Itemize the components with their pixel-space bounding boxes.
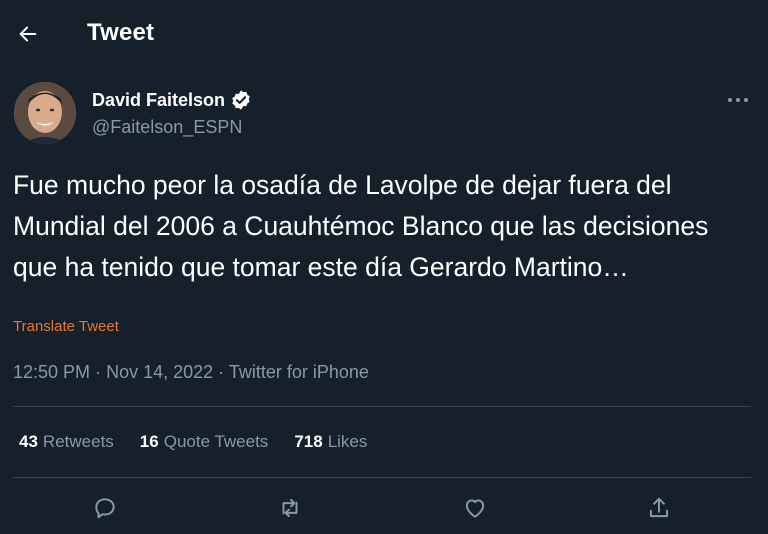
share-button[interactable] <box>643 492 675 524</box>
more-options-button[interactable] <box>720 86 756 114</box>
likes-stat[interactable]: 718 Likes <box>294 432 367 452</box>
meta-separator: · <box>95 362 102 382</box>
retweets-label: Retweets <box>42 432 114 451</box>
retweet-icon <box>282 498 298 518</box>
avatar-photo <box>14 82 76 144</box>
share-icon <box>649 497 669 518</box>
more-icon <box>728 98 748 102</box>
retweets-count: 43 <box>19 432 38 451</box>
back-button[interactable] <box>12 18 44 50</box>
tweet-metadata: 12:50 PM · Nov 14, 2022 · Twitter for iP… <box>13 362 369 383</box>
author-handle[interactable]: @Faitelson_ESPN <box>92 117 242 138</box>
like-button[interactable] <box>459 492 491 524</box>
reply-icon <box>95 498 115 519</box>
page-title: Tweet <box>87 19 155 46</box>
arrow-left-icon <box>19 26 37 42</box>
likes-label: Likes <box>327 432 368 451</box>
translate-tweet-link[interactable]: Translate Tweet <box>13 318 119 335</box>
meta-separator: · <box>218 362 225 382</box>
like-icon <box>465 499 485 518</box>
verified-badge-icon <box>230 89 252 111</box>
author-name-row[interactable]: David Faitelson <box>92 89 252 111</box>
avatar[interactable] <box>14 82 76 144</box>
tweet-date[interactable]: Nov 14, 2022 <box>106 362 213 382</box>
reply-button[interactable] <box>89 492 121 524</box>
author-name[interactable]: David Faitelson <box>92 90 225 111</box>
quote-tweets-label: Quote Tweets <box>163 432 269 451</box>
divider <box>13 477 751 478</box>
divider <box>13 406 751 407</box>
tweet-source[interactable]: Twitter for iPhone <box>229 362 369 382</box>
top-bar: Tweet <box>0 0 768 68</box>
tweet-stats: 43 Retweets 16 Quote Tweets 718 Likes <box>19 432 393 452</box>
retweets-stat[interactable]: 43 Retweets <box>19 432 114 452</box>
quote-tweets-count: 16 <box>139 432 159 451</box>
quote-tweets-stat[interactable]: 16 Quote Tweets <box>140 432 269 452</box>
likes-count: 718 <box>294 432 323 451</box>
action-bar <box>0 488 768 528</box>
tweet-time[interactable]: 12:50 PM <box>13 362 90 382</box>
retweet-button[interactable] <box>274 492 306 524</box>
tweet-text: Fue mucho peor la osadía de Lavolpe de d… <box>13 170 709 282</box>
